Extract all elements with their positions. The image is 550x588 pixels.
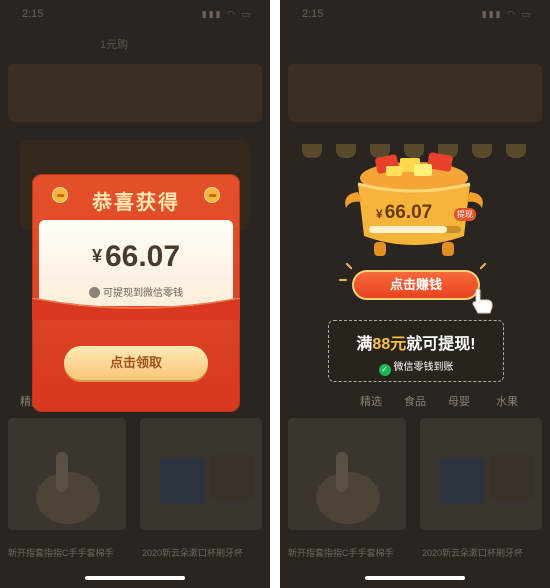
product-caption: 2020新云朵漱口杯刷牙杯 — [422, 548, 524, 558]
product-caption: 2020新云朵漱口杯刷牙杯 — [142, 548, 244, 558]
cup-icon — [506, 144, 526, 158]
progress-bar-fill — [369, 226, 448, 233]
right-screen: 2:15 ▮▮▮ ◠ ▭ 精选 食品 母婴 水果 新开指套指指C手手套棉手 20… — [280, 0, 550, 588]
mug-image — [490, 454, 534, 500]
product-caption: 新开指套指指C手手套棉手 — [8, 548, 114, 558]
tab-category[interactable]: 食品 — [404, 393, 426, 409]
claim-button[interactable]: 点击领取 — [64, 346, 208, 380]
reward-amount: ¥66.07 — [91, 240, 181, 273]
product-caption: 新开指套指指C手手套棉手 — [288, 548, 394, 558]
dimmed-banner — [288, 64, 542, 158]
product-card[interactable] — [420, 418, 542, 530]
tab-category[interactable]: 母婴 — [448, 393, 470, 409]
product-image — [36, 452, 100, 524]
dimmed-banner — [8, 64, 262, 158]
withdraw-note: 可提现到微信零钱 — [39, 284, 233, 299]
earn-money-button[interactable]: 点击赚钱 — [352, 270, 480, 300]
category-tabs: 精选 食品 母婴 水果 — [300, 393, 540, 411]
withdraw-sub-text: ✓ 微信零钱到账 — [329, 358, 503, 376]
product-image — [316, 452, 380, 524]
status-time: 2:15 — [22, 8, 44, 20]
system-status-icons: ▮▮▮ ◠ ▭ — [481, 9, 532, 19]
modal-title: 恭喜获得 — [92, 192, 180, 214]
mug-image — [210, 454, 254, 500]
product-card[interactable] — [140, 418, 262, 530]
mug-image — [440, 458, 484, 504]
reward-envelope: ¥66.07 可提现到微信零钱 — [39, 220, 233, 306]
reward-modal: 恭喜获得 ¥66.07 可提现到微信零钱 点击领取 — [32, 174, 240, 412]
wechat-icon — [89, 287, 100, 298]
system-status-icons: ▮▮▮ ◠ ▭ — [201, 9, 252, 19]
mug-image — [160, 458, 204, 504]
pointing-hand-icon — [472, 288, 493, 314]
check-icon: ✓ — [378, 364, 391, 376]
product-card[interactable] — [288, 418, 406, 530]
cup-icon — [302, 144, 322, 158]
home-indicator[interactable] — [85, 576, 185, 580]
envelope-flap — [32, 298, 240, 320]
withdraw-badge: 提现 — [454, 208, 476, 221]
withdraw-threshold-box: 满88元就可提现! ✓ 微信零钱到账 — [328, 320, 504, 382]
pot-amount: ¥66.07 — [376, 202, 433, 223]
left-screen: 2:15 ▮▮▮ ◠ ▭ 1元购 精选 食品 母婴 水果 新开指套指指C手手套棉… — [0, 0, 270, 588]
sparkle-icon — [339, 279, 347, 281]
progress-bar — [369, 226, 461, 233]
tab-category[interactable]: 水果 — [496, 393, 518, 409]
status-time: 2:15 — [302, 8, 324, 20]
screen-divider — [270, 0, 280, 588]
tab-category[interactable]: 精选 — [360, 393, 382, 409]
home-indicator[interactable] — [365, 576, 465, 580]
product-card[interactable] — [8, 418, 126, 530]
app-title: 1元购 — [100, 39, 129, 51]
withdraw-threshold-text: 满88元就可提现! — [356, 336, 476, 353]
